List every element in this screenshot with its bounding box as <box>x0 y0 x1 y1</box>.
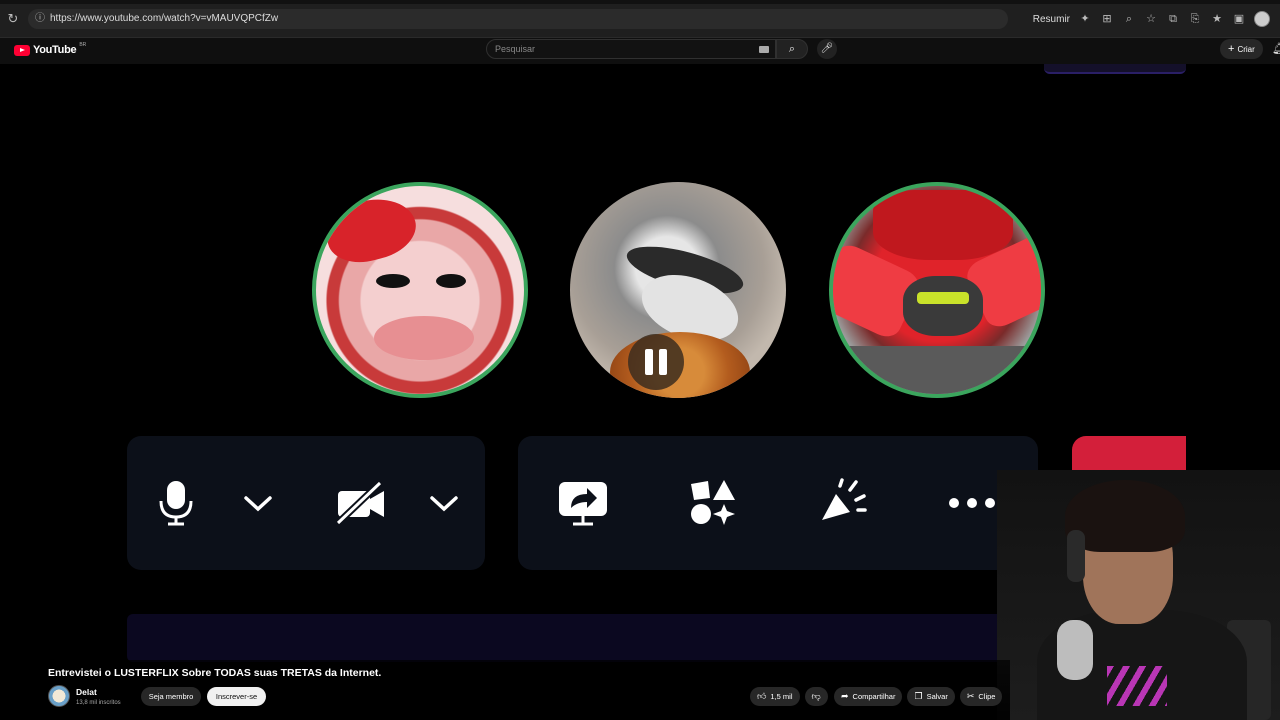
search-icon: ⌕ <box>788 43 796 55</box>
join-button[interactable]: Seja membro <box>141 687 201 706</box>
pause-icon[interactable] <box>628 334 684 390</box>
thumbs-down-icon: 👎︎ <box>811 691 821 701</box>
share-icon: ➦ <box>841 691 849 701</box>
participant-avatar-1 <box>312 182 528 398</box>
extensions-icon[interactable]: ⧉ <box>1166 12 1180 26</box>
avatar-hat <box>873 190 1013 260</box>
thumbs-up-icon: 👍︎ <box>757 691 767 701</box>
subscriber-count: 13,8 mil inscritos <box>76 700 121 706</box>
search-placeholder: Pesquisar <box>495 44 536 54</box>
search-input[interactable]: Pesquisar <box>486 39 776 59</box>
browser-toolbar: ↻ ⓘ https://www.youtube.com/watch?v=vMAU… <box>0 0 1280 38</box>
share-label: Compartilhar <box>852 692 896 701</box>
avatar-eyes <box>917 292 969 304</box>
voice-controls-panel <box>127 436 485 570</box>
microphone-icon: 🎤︎ <box>820 43 834 54</box>
share-button[interactable]: ➦ Compartilhar <box>834 687 903 706</box>
top-banner <box>1044 64 1186 74</box>
scissors-icon: ✂ <box>966 691 975 701</box>
create-button[interactable]: + Criar <box>1220 39 1263 59</box>
like-dislike-group: 👍︎ 1,5 mil 👎︎ <box>750 687 828 706</box>
microphone-toggle[interactable] <box>149 476 203 530</box>
plus-icon: + <box>1228 43 1235 55</box>
save-label: Salvar <box>926 692 948 701</box>
soundboard-button[interactable] <box>816 476 870 530</box>
summarize-icon[interactable]: ✦ <box>1078 12 1092 26</box>
save-button[interactable]: ❐ Salvar <box>907 687 955 706</box>
microphone-icon <box>159 481 193 526</box>
activity-controls-panel <box>518 436 1038 570</box>
studio-microphone <box>1057 620 1093 680</box>
region-code: BR <box>79 42 87 48</box>
keyboard-icon[interactable] <box>759 46 769 53</box>
avatar-face <box>374 316 474 360</box>
tab-strip <box>0 0 1280 4</box>
shirt-print <box>1107 666 1167 706</box>
youtube-play-icon <box>14 44 30 56</box>
video-title: Entrevistei o LUSTERFLIX Sobre TODAS sua… <box>48 667 382 679</box>
voice-search-button[interactable]: 🎤︎ <box>817 39 837 59</box>
site-info-icon[interactable]: ⓘ <box>35 13 46 24</box>
url-text[interactable]: https://www.youtube.com/watch?v=vMAUVQPC… <box>50 13 278 24</box>
like-count: 1,5 mil <box>770 692 793 701</box>
favorites-icon[interactable]: ★ <box>1210 12 1224 26</box>
dislike-button[interactable]: 👎︎ <box>804 687 828 706</box>
avatar-hair <box>319 189 423 271</box>
zoom-icon[interactable]: ⌕ <box>1122 12 1136 26</box>
chevron-down-icon <box>244 496 272 512</box>
youtube-logo[interactable]: YouTube BR <box>14 42 87 56</box>
pause-bar <box>659 349 667 375</box>
microphone-options[interactable] <box>231 476 285 530</box>
avatar-body <box>833 346 1041 394</box>
split-screen-icon[interactable]: ⎘ <box>1188 12 1202 26</box>
avatar-eye <box>436 274 466 288</box>
favorite-star-icon[interactable]: ☆ <box>1144 12 1158 26</box>
profile-avatar[interactable] <box>1254 11 1270 27</box>
camera-off-icon <box>335 480 384 526</box>
reload-icon[interactable]: ↻ <box>6 12 20 26</box>
more-dots-icon <box>949 498 995 508</box>
screen-share-button[interactable] <box>556 476 610 530</box>
streamer-webcam <box>997 470 1280 720</box>
pause-bar <box>645 349 653 375</box>
soundboard-icon <box>822 478 867 520</box>
create-label: Criar <box>1237 45 1255 54</box>
app-icon[interactable]: ⊞ <box>1100 12 1114 26</box>
activities-icon <box>691 480 735 525</box>
camera-options[interactable] <box>417 476 471 530</box>
channel-name[interactable]: Delat <box>76 687 97 697</box>
browser-actions: Resumir ✦ ⊞ ⌕ ☆ ⧉ ⎘ ★ ▣ <box>1033 10 1270 28</box>
notifications-icon[interactable]: 🔔︎ <box>1272 42 1280 55</box>
action-buttons: ➦ Compartilhar ❐ Salvar ✂ Clipe <box>834 687 1003 706</box>
summarize-button[interactable]: Resumir <box>1033 14 1070 25</box>
collections-icon[interactable]: ▣ <box>1232 12 1246 26</box>
more-options-button[interactable] <box>945 476 999 530</box>
video-info-bar: Entrevistei o LUSTERFLIX Sobre TODAS sua… <box>0 660 1010 720</box>
youtube-header: YouTube BR Pesquisar ⌕ 🎤︎ + Criar 🔔︎ <box>0 38 1280 64</box>
clip-button[interactable]: ✂ Clipe <box>959 687 1003 706</box>
screen-share-icon <box>559 482 607 526</box>
bookmark-icon: ❐ <box>914 691 923 701</box>
activities-button[interactable] <box>686 476 740 530</box>
youtube-wordmark: YouTube <box>33 44 77 56</box>
headset <box>1067 530 1085 582</box>
channel-avatar[interactable] <box>48 685 70 707</box>
camera-toggle[interactable] <box>334 476 388 530</box>
clip-label: Clipe <box>978 692 996 701</box>
search-button[interactable]: ⌕ <box>776 39 808 59</box>
subscribe-button[interactable]: Inscrever-se <box>207 687 266 706</box>
chevron-down-icon <box>430 496 458 512</box>
participant-avatar-3 <box>829 182 1045 398</box>
avatar-eye <box>376 274 410 288</box>
address-bar[interactable]: ⓘ https://www.youtube.com/watch?v=vMAUVQ… <box>28 9 1008 29</box>
like-button[interactable]: 👍︎ 1,5 mil <box>750 687 800 706</box>
avatar-face <box>903 276 983 336</box>
